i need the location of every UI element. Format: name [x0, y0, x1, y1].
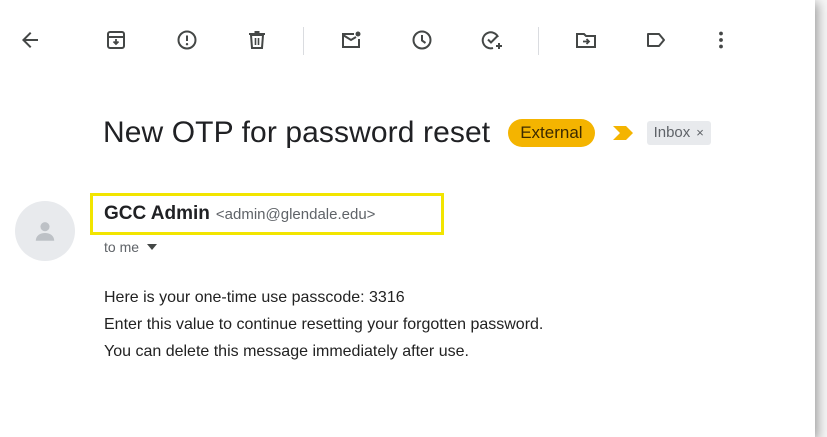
sender-name[interactable]: GCC Admin: [104, 203, 210, 225]
sender-line: GCC Admin <admin@glendale.edu>: [104, 203, 375, 225]
snooze-icon: [412, 30, 432, 50]
report-spam-button[interactable]: [171, 24, 203, 56]
remove-label-icon[interactable]: ×: [696, 124, 704, 142]
labels-icon: [647, 33, 665, 47]
delete-button[interactable]: [241, 24, 273, 56]
subject-row: New OTP for password reset External Inbo…: [103, 113, 711, 153]
report-spam-icon: [177, 30, 197, 50]
move-to-icon: [576, 33, 596, 48]
toolbar-separator: [538, 27, 539, 55]
add-to-tasks-button[interactable]: [476, 24, 508, 56]
more-options-icon: [719, 31, 723, 49]
toolbar: [0, 0, 815, 84]
email-subject: New OTP for password reset: [103, 116, 491, 149]
arrow-back-icon: [22, 32, 38, 48]
important-marker-icon[interactable]: [612, 126, 633, 140]
sender-avatar[interactable]: [15, 201, 75, 261]
body-line: You can delete this message immediately …: [104, 343, 469, 360]
sender-email: <admin@glendale.edu>: [215, 206, 376, 223]
person-icon: [35, 222, 55, 241]
more-options-button[interactable]: [705, 24, 737, 56]
move-to-button[interactable]: [570, 24, 602, 56]
body-line: Here is your one-time use passcode: 3316: [104, 289, 405, 306]
archive-button[interactable]: [100, 24, 132, 56]
labels-button[interactable]: [640, 24, 672, 56]
inbox-label-text: Inbox: [653, 124, 691, 141]
chevron-down-icon: [147, 244, 158, 250]
mark-unread-icon: [342, 31, 361, 48]
back-button[interactable]: [14, 24, 46, 56]
delete-icon: [249, 31, 265, 49]
email-view: New OTP for password reset External Inbo…: [0, 0, 815, 437]
archive-icon: [107, 31, 125, 49]
recipient-label: to me: [104, 239, 140, 255]
toolbar-separator: [303, 27, 304, 55]
inbox-label: Inbox ×: [646, 121, 711, 145]
external-label: External: [508, 119, 595, 147]
body-line: Enter this value to continue resetting y…: [104, 316, 544, 333]
recipient-details[interactable]: to me: [104, 239, 158, 255]
message-body: Here is your one-time use passcode: 3316…: [104, 284, 543, 365]
mark-unread-button[interactable]: [335, 24, 367, 56]
snooze-button[interactable]: [406, 24, 438, 56]
add-to-tasks-icon: [481, 31, 502, 50]
